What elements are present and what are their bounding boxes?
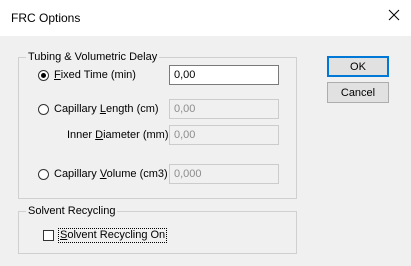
window-title: FRC Options [11, 11, 81, 25]
solvent-recycling-groupbox-legend: Solvent Recycling [26, 204, 118, 218]
fixed-time-radio-indicator[interactable] [38, 69, 49, 81]
cancel-button[interactable]: Cancel [327, 82, 389, 103]
capillary-volume-radio-indicator[interactable] [38, 168, 49, 180]
capillary-length-input[interactable]: 0,00 [169, 99, 279, 119]
capillary-length-label: Capillary Length (cm) [54, 103, 159, 115]
ok-button[interactable]: OK [327, 56, 389, 77]
solvent-recycling-checkbox[interactable]: Solvent Recycling On [43, 228, 168, 243]
capillary-volume-radio[interactable]: Capillary Volume (cm3) [38, 168, 168, 180]
fixed-time-label: Fixed Time (min) [54, 69, 136, 81]
capillary-volume-label: Capillary Volume (cm3) [54, 168, 168, 180]
close-button[interactable] [377, 0, 411, 30]
solvent-recycling-checkbox-box[interactable] [43, 230, 54, 241]
capillary-length-radio[interactable]: Capillary Length (cm) [38, 103, 159, 115]
fixed-time-radio[interactable]: Fixed Time (min) [38, 69, 136, 81]
title-bar: FRC Options [0, 0, 411, 36]
tubing-groupbox-legend: Tubing & Volumetric Delay [26, 50, 160, 64]
fixed-time-input[interactable]: 0,00 [169, 65, 279, 85]
close-icon [388, 9, 400, 21]
capillary-volume-input[interactable]: 0,000 [169, 164, 279, 184]
solvent-recycling-label: Solvent Recycling On [58, 228, 168, 243]
inner-diameter-input[interactable]: 0,00 [169, 125, 279, 145]
capillary-length-radio-indicator[interactable] [38, 103, 49, 115]
inner-diameter-label: Inner Diameter (mm) [67, 129, 169, 141]
